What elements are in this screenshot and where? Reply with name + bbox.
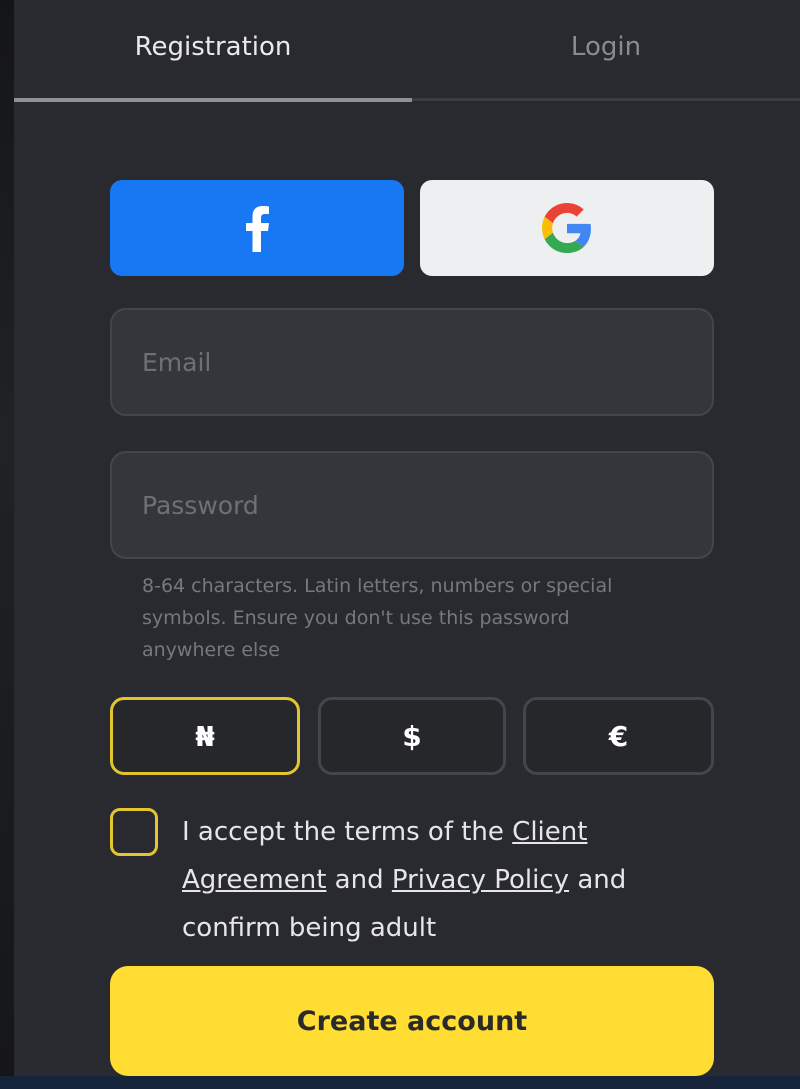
terms-checkbox[interactable]: [110, 808, 158, 856]
bottom-strip: [0, 1076, 800, 1089]
create-account-button[interactable]: Create account: [110, 966, 714, 1076]
facebook-f-icon: [246, 206, 269, 252]
currency-option-dollar[interactable]: $: [318, 697, 506, 775]
page: Registration Login 8-64 characters. Lati…: [0, 0, 800, 1089]
terms-text-part-1: I accept the terms of the: [182, 817, 513, 847]
registration-panel: Registration Login 8-64 characters. Lati…: [14, 0, 800, 1076]
terms-text: I accept the terms of the Client Agreeme…: [182, 808, 712, 952]
active-tab-indicator: [14, 98, 412, 102]
tab-login[interactable]: Login: [412, 0, 800, 102]
password-hint: 8-64 characters. Latin letters, numbers …: [142, 575, 613, 661]
terms-text-part-2: and: [326, 865, 392, 895]
email-field[interactable]: [110, 308, 714, 416]
tab-registration[interactable]: Registration: [14, 0, 412, 102]
google-g-icon: [542, 203, 591, 253]
google-login-button[interactable]: [420, 180, 714, 276]
currency-option-euro[interactable]: €: [523, 697, 714, 775]
password-field[interactable]: [110, 451, 714, 559]
currency-option-naira[interactable]: ₦: [110, 697, 300, 775]
facebook-login-button[interactable]: [110, 180, 404, 276]
auth-tabs: Registration Login: [14, 0, 800, 102]
background-strip: [0, 0, 14, 1089]
privacy-policy-link[interactable]: Privacy Policy: [392, 865, 569, 895]
